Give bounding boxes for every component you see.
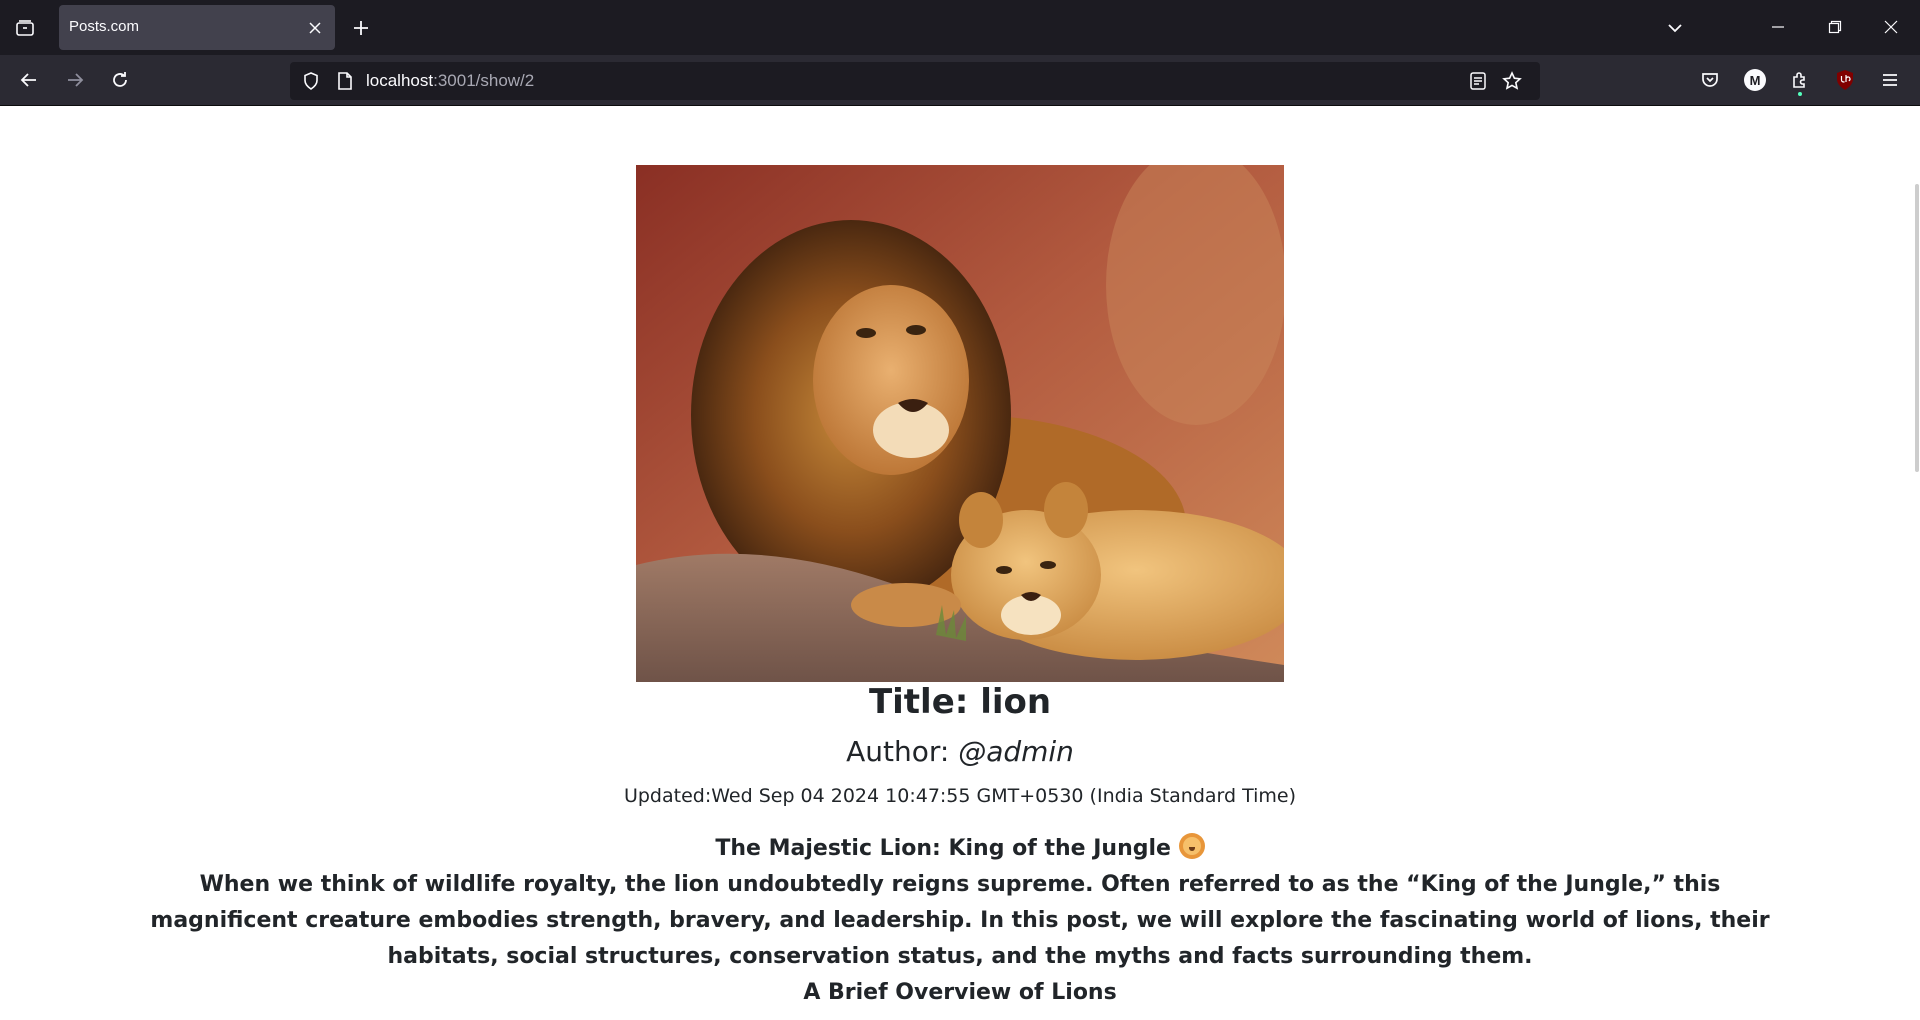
extensions-icon[interactable] <box>1782 62 1818 98</box>
shield-icon[interactable] <box>300 70 322 92</box>
chevron-down-icon[interactable] <box>1655 10 1695 46</box>
pocket-icon[interactable] <box>1692 62 1728 98</box>
plus-icon[interactable] <box>342 10 380 46</box>
lion-photo <box>636 165 1284 682</box>
author-prefix: Author: <box>846 735 959 768</box>
star-icon[interactable] <box>1500 69 1524 93</box>
reader-view-icon[interactable] <box>1466 69 1490 93</box>
reload-icon[interactable] <box>102 62 138 98</box>
ublock-icon[interactable] <box>1827 62 1863 98</box>
lion-emoji-icon <box>1178 833 1205 859</box>
forward-arrow-icon[interactable] <box>57 62 93 98</box>
body-heading-text: The Majestic Lion: King of the Jungle <box>715 836 1171 861</box>
url-host: localhost <box>366 71 434 90</box>
post-body: The Majestic Lion: King of the Jungle Wh… <box>150 831 1770 1011</box>
post-title: Title: lion <box>0 682 1920 722</box>
title-value: lion <box>980 682 1052 722</box>
scrollbar-thumb[interactable] <box>1915 184 1919 472</box>
post-image <box>636 165 1284 682</box>
back-arrow-icon[interactable] <box>11 62 47 98</box>
post-author: Author: @admin <box>0 735 1920 768</box>
account-icon[interactable]: M <box>1737 62 1773 98</box>
author-name[interactable]: @admin <box>958 735 1074 768</box>
url-path: :3001/show/2 <box>433 71 535 90</box>
tab-strip: Posts.com <box>0 0 1920 55</box>
url-bar[interactable]: localhost:3001/show/2 <box>290 62 1540 100</box>
tab-posts[interactable]: Posts.com <box>59 5 335 50</box>
minimize-icon[interactable] <box>1755 8 1801 46</box>
navigation-toolbar: localhost:3001/show/2 M <box>0 55 1920 106</box>
hamburger-menu-icon[interactable] <box>1872 62 1908 98</box>
tab-title: Posts.com <box>69 18 140 35</box>
close-icon[interactable] <box>1868 8 1914 46</box>
body-intro: When we think of wildlife royalty, the l… <box>150 872 1770 969</box>
close-icon[interactable] <box>301 14 329 42</box>
extension-badge <box>1798 92 1802 96</box>
page-icon[interactable] <box>334 70 356 92</box>
restore-icon[interactable] <box>1812 8 1858 46</box>
account-initial: M <box>1744 69 1766 91</box>
title-prefix: Title: <box>868 682 981 722</box>
page-content: Title: lion Author: @admin Updated:Wed S… <box>0 106 1920 1020</box>
body-heading: The Majestic Lion: King of the Jungle <box>150 831 1770 867</box>
list-all-tabs-icon[interactable] <box>6 10 44 46</box>
body-subheading: A Brief Overview of Lions <box>803 980 1117 1005</box>
url-text[interactable]: localhost:3001/show/2 <box>366 71 534 91</box>
post-updated: Updated:Wed Sep 04 2024 10:47:55 GMT+053… <box>623 785 1297 807</box>
